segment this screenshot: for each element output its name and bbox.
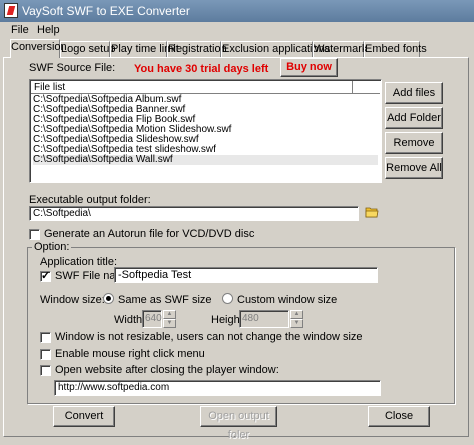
- same-as-swf-radio[interactable]: [103, 293, 114, 304]
- swf-source-label: SWF Source File:: [29, 62, 116, 74]
- tab-play-time-limit[interactable]: Play time limit: [110, 41, 179, 57]
- remove-all-button[interactable]: Remove All: [385, 157, 443, 179]
- open-website-checkbox[interactable]: [40, 365, 51, 376]
- width-spinner[interactable]: ▲ ▼: [163, 310, 176, 329]
- option-legend: Option:: [32, 241, 72, 253]
- file-list-header[interactable]: File list: [31, 81, 380, 94]
- trial-notice: You have 30 trial days left: [134, 63, 269, 75]
- height-field[interactable]: 480: [239, 310, 289, 328]
- same-as-swf-label: Same as SWF size: [118, 294, 212, 306]
- not-resizable-checkbox[interactable]: [40, 332, 51, 343]
- tab-embed-fonts[interactable]: Embed fonts: [364, 41, 427, 57]
- menu-bar: File Help: [0, 22, 474, 39]
- tab-watermark[interactable]: Watermark: [313, 41, 367, 57]
- width-label: Width:: [114, 314, 146, 326]
- add-folder-button[interactable]: Add Folder: [385, 107, 443, 129]
- autorun-label: Generate an Autorun file for VCD/DVD dis…: [44, 228, 255, 240]
- output-folder-label: Executable output folder:: [29, 194, 151, 206]
- file-list[interactable]: File list C:\Softpedia\Softpedia Album.s…: [29, 79, 382, 183]
- list-item[interactable]: C:\Softpedia\Softpedia Wall.swf: [33, 155, 378, 165]
- flash-app-icon: [4, 3, 18, 18]
- menu-help[interactable]: Help: [37, 24, 60, 36]
- height-spinner[interactable]: ▲ ▼: [290, 310, 303, 329]
- title-bar: VaySoft SWF to EXE Converter: [0, 0, 474, 22]
- folder-icon[interactable]: [365, 206, 379, 218]
- buy-now-button[interactable]: Buy now: [280, 58, 338, 77]
- swf-file-name-checkbox[interactable]: [40, 269, 51, 282]
- width-field[interactable]: 640: [142, 310, 162, 328]
- down-arrow-icon: ▼: [290, 319, 303, 328]
- close-button[interactable]: Close: [368, 406, 430, 427]
- up-arrow-icon: ▲: [163, 310, 176, 319]
- remove-button[interactable]: Remove: [385, 132, 443, 154]
- add-files-button[interactable]: Add files: [385, 82, 443, 104]
- output-folder-field[interactable]: C:\Softpedia\: [29, 206, 359, 221]
- application-title-label: Application title:: [40, 256, 118, 268]
- open-website-label: Open website after closing the player wi…: [55, 364, 279, 376]
- tab-registration[interactable]: Registration: [167, 41, 227, 57]
- up-arrow-icon: ▲: [290, 310, 303, 319]
- custom-size-radio[interactable]: [222, 293, 233, 304]
- window-size-label: Window size:: [40, 294, 105, 306]
- tab-logo-setup[interactable]: Logo setup: [60, 41, 115, 57]
- not-resizable-label: Window is not resizable, users can not c…: [55, 331, 363, 343]
- application-title-field[interactable]: -Softpedia Test: [114, 267, 378, 283]
- menu-file[interactable]: File: [11, 24, 29, 36]
- tab-conversion[interactable]: Conversion: [10, 39, 67, 58]
- autorun-checkbox[interactable]: [29, 229, 40, 240]
- window-title: VaySoft SWF to EXE Converter: [22, 4, 190, 18]
- convert-button[interactable]: Convert: [53, 406, 115, 427]
- custom-size-label: Custom window size: [237, 294, 338, 306]
- tab-exclusion-applications[interactable]: Exclusion applications: [221, 41, 330, 57]
- column-divider: [352, 81, 353, 93]
- right-click-label: Enable mouse right click menu: [55, 348, 205, 360]
- open-output-folder-button[interactable]: Open output foler: [200, 406, 277, 441]
- right-click-checkbox[interactable]: [40, 349, 51, 360]
- down-arrow-icon: ▼: [163, 319, 176, 328]
- website-url-field[interactable]: http://www.softpedia.com: [54, 380, 381, 396]
